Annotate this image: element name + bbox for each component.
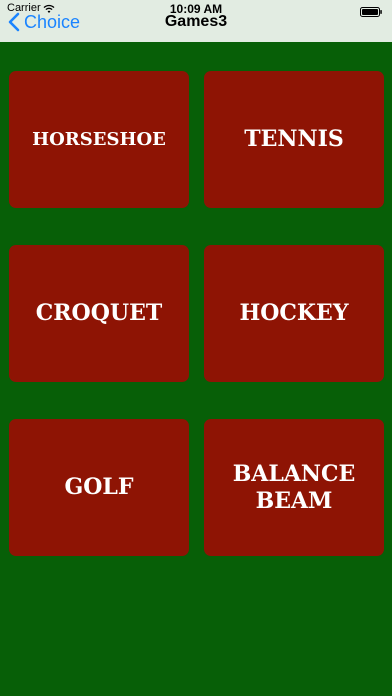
navigation-bar: Carrier 10:09 AM Choice Games3 <box>0 0 392 42</box>
game-tile-tennis[interactable]: TENNIS <box>204 71 384 208</box>
game-tile-horseshoe[interactable]: HORSESHOE <box>9 71 189 208</box>
game-tile-golf[interactable]: GOLF <box>9 419 189 556</box>
games-grid: HORSESHOE TENNIS CROQUET HOCKEY GOLF BAL… <box>9 71 384 557</box>
page-title: Games3 <box>164 13 228 30</box>
game-tile-croquet[interactable]: CROQUET <box>9 245 189 382</box>
game-tile-hockey[interactable]: HOCKEY <box>204 245 384 382</box>
game-tile-balance-beam[interactable]: BALANCE BEAM <box>204 419 384 556</box>
